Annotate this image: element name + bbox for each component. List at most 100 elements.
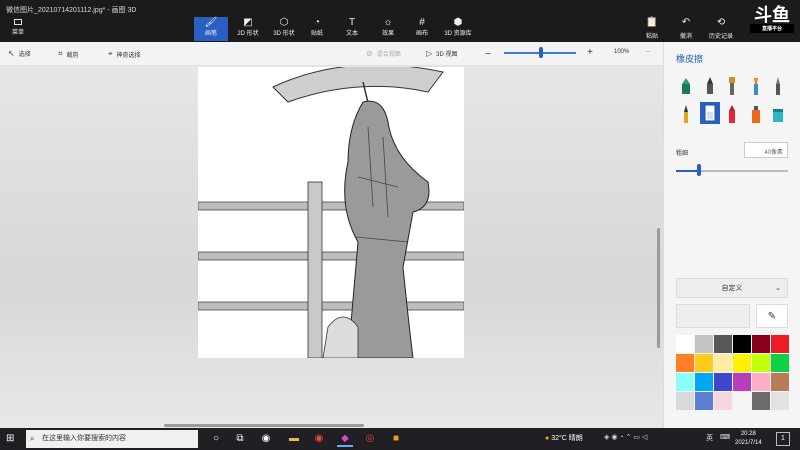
eraser-panel: 橡皮擦 粗细 40像素 自定义 ⌄ ✎ [663,42,800,428]
task-view-icon[interactable]: ⧉ [232,431,248,447]
thickness-input[interactable]: 40像素 [744,142,788,158]
history-button[interactable]: ⟲ 历史记录 [704,17,738,41]
paste-button[interactable]: 📋 粘贴 [640,17,664,41]
spray-can-brush[interactable] [748,104,764,124]
view-3d-button[interactable]: ▷ 3D 视图 [426,49,458,58]
canvas-image[interactable] [198,67,464,358]
oil-brush[interactable] [724,76,740,96]
notification-center-icon[interactable]: 1 [776,432,790,446]
color-swatch[interactable] [733,335,751,353]
chrome-icon[interactable]: ◉ [258,431,274,447]
fill-bucket-brush[interactable] [770,104,786,124]
file-explorer-icon[interactable]: ▬ [286,431,302,447]
zoom-in-button[interactable]: + [587,47,593,58]
cortana-icon[interactable]: ○ [208,431,224,447]
clock-time: 20:28 [740,431,756,437]
mixed-view-button[interactable]: ⊘ 混合视图 [366,49,401,58]
tool-label: 文本 [345,31,358,37]
watercolor-brush[interactable] [748,76,764,96]
paint-3d-taskbar-icon[interactable]: ◆ [337,431,353,447]
tool-3d-library[interactable]: ⬢ 3D 资源库 [440,17,476,41]
custom-color-dropdown[interactable]: 自定义 ⌄ [676,278,788,298]
color-swatch[interactable] [771,354,789,372]
paste-label: 粘贴 [645,34,658,40]
color-swatch[interactable] [676,392,694,410]
color-swatch[interactable] [771,373,789,391]
color-swatch[interactable] [752,392,770,410]
zoom-out-button[interactable]: − [485,49,491,60]
canvas-icon: # [419,17,425,28]
panel-title: 橡皮擦 [676,54,704,64]
color-swatch[interactable] [733,373,751,391]
app-icon[interactable]: ■ [388,431,404,447]
color-swatch[interactable] [676,373,694,391]
color-swatch[interactable] [695,335,713,353]
eyedropper-button[interactable]: ✎ [756,304,788,328]
input-language[interactable]: 英 [706,433,713,443]
tool-sticker[interactable]: ◔ 贴纸 [304,17,330,41]
netease-music-icon[interactable]: ◎ [362,431,378,447]
magic-select-label: 神奇选择 [116,52,141,59]
select-label: 选择 [18,52,31,58]
color-swatch[interactable] [695,373,713,391]
undo-icon: ↶ [681,17,691,28]
weather-widget[interactable]: ● 32°C 晴朗 [545,433,583,443]
windows-start-icon[interactable]: ⊞ [6,433,18,445]
zoom-slider-knob[interactable] [539,47,543,58]
color-swatch[interactable] [714,354,732,372]
tool-brush[interactable]: 🖌 画笔 [194,17,228,41]
vertical-scrollbar[interactable] [657,228,660,348]
system-clock[interactable]: 20:28 2021/7/14 [735,430,762,448]
zoom-percent-label: 100% [614,49,630,55]
color-swatch[interactable] [714,335,732,353]
thickness-slider-fill [676,170,698,172]
browser-icon[interactable]: ◉ [311,431,327,447]
library-icon: ⬢ [453,17,463,28]
eraser-brush[interactable] [700,102,720,124]
crop-button[interactable]: ⌗ 裁剪 [58,49,79,59]
color-swatch[interactable] [714,373,732,391]
color-swatch[interactable] [676,335,694,353]
input-method-icon[interactable]: ⌨ [720,433,730,441]
color-swatch[interactable] [714,392,732,410]
tool-label: 3D 资源库 [444,31,472,37]
minus-icon: − [485,49,491,60]
sun-icon: ● [545,435,550,442]
undo-button[interactable]: ↶ 撤消 [674,17,698,41]
color-swatch[interactable] [752,335,770,353]
fill-bucket-icon [773,109,783,122]
color-swatch[interactable] [771,392,789,410]
tool-canvas[interactable]: # 画布 [410,17,434,41]
spray-can-icon [752,106,760,123]
marker-icon [682,78,690,94]
effects-icon: ☼ [383,17,393,28]
pencil-brush[interactable] [678,104,694,124]
color-swatch[interactable] [733,354,751,372]
color-swatch[interactable] [752,373,770,391]
horizontal-scrollbar[interactable] [164,424,364,427]
color-swatch[interactable] [676,354,694,372]
menu-button[interactable]: 菜单 [8,19,28,39]
shapes-2d-icon: ◩ [243,17,253,28]
color-swatch[interactable] [733,392,751,410]
thickness-slider-knob[interactable] [697,164,701,176]
tool-3d-shapes[interactable]: ⬡ 3D 形状 [268,17,300,41]
search-icon: ⌕ [30,434,35,443]
pixel-pen-brush[interactable] [770,76,786,96]
taskbar-search-box[interactable]: ⌕ 在这里输入你要搜索的内容 [26,430,198,448]
color-swatch[interactable] [695,354,713,372]
tool-text[interactable]: T 文本 [340,17,364,41]
color-swatch[interactable] [752,354,770,372]
color-swatch[interactable] [771,335,789,353]
marker-brush[interactable] [678,76,694,96]
color-swatch[interactable] [695,392,713,410]
select-button[interactable]: ↖ 选择 [8,49,31,58]
tool-2d-shapes[interactable]: ◩ 2D 形状 [232,17,264,41]
magic-select-button[interactable]: ⌖ 神奇选择 [108,49,141,59]
calligraphy-pen-brush[interactable] [702,76,718,96]
more-button[interactable]: ··· [645,49,651,55]
history-icon: ⟲ [716,17,726,28]
crayon-brush[interactable] [724,104,740,124]
tray-icons[interactable]: ◈ ◉ ◔ ⌃ ▭ ◁ [604,433,647,441]
tool-effects[interactable]: ☼ 效果 [376,17,400,41]
